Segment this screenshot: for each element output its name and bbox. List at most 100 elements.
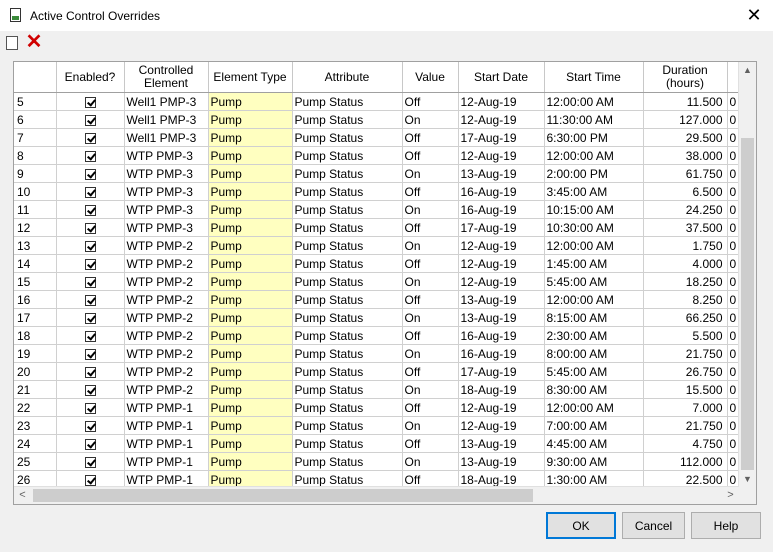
start-time-cell[interactable]: 12:00:00 AM [544, 398, 644, 417]
enabled-cell[interactable] [56, 344, 125, 363]
enabled-checkbox[interactable] [84, 150, 96, 162]
column-header-start-time[interactable]: Start Time [544, 62, 644, 93]
value-cell[interactable]: Off [402, 146, 459, 165]
value-cell[interactable]: On [402, 308, 459, 327]
enabled-cell[interactable] [56, 182, 125, 201]
column-header-controlled-element[interactable]: Controlled Element [124, 62, 209, 93]
start-date-cell[interactable]: 12-Aug-19 [458, 236, 545, 255]
enabled-checkbox[interactable] [84, 114, 96, 126]
controlled-element-cell[interactable]: WTP PMP-1 [124, 434, 209, 453]
column-header-value[interactable]: Value [402, 62, 459, 93]
start-time-cell[interactable]: 12:00:00 AM [544, 236, 644, 255]
enabled-cell[interactable] [56, 128, 125, 147]
horizontal-scrollbar[interactable]: < > [14, 486, 739, 504]
value-cell[interactable]: On [402, 344, 459, 363]
column-header-enabled[interactable]: Enabled? [56, 62, 125, 93]
controlled-element-cell[interactable]: Well1 PMP-3 [124, 92, 209, 111]
table-row[interactable]: 10 WTP PMP-3 Pump Pump Status Off 16-Aug-19 3:… [14, 182, 747, 201]
row-index-cell[interactable]: 11 [14, 200, 57, 219]
controlled-element-cell[interactable]: WTP PMP-2 [124, 236, 209, 255]
controlled-element-cell[interactable]: Well1 PMP-3 [124, 128, 209, 147]
enabled-checkbox[interactable] [84, 366, 96, 378]
start-date-cell[interactable]: 13-Aug-19 [458, 308, 545, 327]
table-row[interactable]: 8 WTP PMP-3 Pump Pump Status Off 12-Aug-19 12:… [14, 146, 747, 165]
start-time-cell[interactable]: 3:45:00 AM [544, 182, 644, 201]
ok-button[interactable]: OK [546, 512, 616, 539]
element-type-cell[interactable]: Pump [208, 434, 293, 453]
table-row[interactable]: 16 WTP PMP-2 Pump Pump Status Off 13-Aug-19 12… [14, 290, 747, 309]
start-date-cell[interactable]: 12-Aug-19 [458, 146, 545, 165]
enabled-cell[interactable] [56, 362, 125, 381]
value-cell[interactable]: Off [402, 254, 459, 273]
column-header-duration[interactable]: Duration (hours) [643, 62, 728, 93]
controlled-element-cell[interactable]: WTP PMP-2 [124, 254, 209, 273]
column-header-start-date[interactable]: Start Date [458, 62, 545, 93]
attribute-cell[interactable]: Pump Status [292, 218, 403, 237]
start-date-cell[interactable]: 17-Aug-19 [458, 128, 545, 147]
duration-cell[interactable]: 18.250 [643, 272, 728, 291]
value-cell[interactable]: On [402, 164, 459, 183]
attribute-cell[interactable]: Pump Status [292, 200, 403, 219]
start-time-cell[interactable]: 10:15:00 AM [544, 200, 644, 219]
table-row[interactable]: 6 Well1 PMP-3 Pump Pump Status On 12-Aug-19 11… [14, 110, 747, 129]
start-time-cell[interactable]: 5:45:00 AM [544, 272, 644, 291]
enabled-checkbox[interactable] [84, 438, 96, 450]
row-index-cell[interactable]: 25 [14, 452, 57, 471]
controlled-element-cell[interactable]: WTP PMP-1 [124, 398, 209, 417]
enabled-checkbox[interactable] [84, 312, 96, 324]
start-time-cell[interactable]: 2:00:00 PM [544, 164, 644, 183]
element-type-cell[interactable]: Pump [208, 452, 293, 471]
duration-cell[interactable]: 8.250 [643, 290, 728, 309]
controlled-element-cell[interactable]: WTP PMP-1 [124, 416, 209, 435]
table-row[interactable]: 17 WTP PMP-2 Pump Pump Status On 13-Aug-19 8:1… [14, 308, 747, 327]
element-type-cell[interactable]: Pump [208, 362, 293, 381]
table-row[interactable]: 7 Well1 PMP-3 Pump Pump Status Off 17-Aug-19 6… [14, 128, 747, 147]
attribute-cell[interactable]: Pump Status [292, 434, 403, 453]
attribute-cell[interactable]: Pump Status [292, 110, 403, 129]
element-type-cell[interactable]: Pump [208, 416, 293, 435]
controlled-element-cell[interactable]: WTP PMP-2 [124, 380, 209, 399]
row-index-cell[interactable]: 20 [14, 362, 57, 381]
start-time-cell[interactable]: 7:00:00 AM [544, 416, 644, 435]
element-type-cell[interactable]: Pump [208, 380, 293, 399]
start-time-cell[interactable]: 5:45:00 AM [544, 362, 644, 381]
enabled-checkbox[interactable] [84, 420, 96, 432]
duration-cell[interactable]: 61.750 [643, 164, 728, 183]
enabled-cell[interactable] [56, 200, 125, 219]
element-type-cell[interactable]: Pump [208, 398, 293, 417]
table-row[interactable]: 25 WTP PMP-1 Pump Pump Status On 13-Aug-19 9:3… [14, 452, 747, 471]
duration-cell[interactable]: 127.000 [643, 110, 728, 129]
enabled-checkbox[interactable] [84, 474, 96, 486]
start-date-cell[interactable]: 12-Aug-19 [458, 254, 545, 273]
element-type-cell[interactable]: Pump [208, 326, 293, 345]
enabled-checkbox[interactable] [84, 222, 96, 234]
duration-cell[interactable]: 21.750 [643, 416, 728, 435]
start-date-cell[interactable]: 12-Aug-19 [458, 92, 545, 111]
element-type-cell[interactable]: Pump [208, 272, 293, 291]
value-cell[interactable]: Off [402, 128, 459, 147]
horizontal-scroll-thumb[interactable] [33, 489, 533, 502]
table-row[interactable]: 11 WTP PMP-3 Pump Pump Status On 16-Aug-19 10:… [14, 200, 747, 219]
table-row[interactable]: 21 WTP PMP-2 Pump Pump Status On 18-Aug-19 8:3… [14, 380, 747, 399]
controlled-element-cell[interactable]: Well1 PMP-3 [124, 110, 209, 129]
table-row[interactable]: 12 WTP PMP-3 Pump Pump Status Off 17-Aug-19 10… [14, 218, 747, 237]
controlled-element-cell[interactable]: WTP PMP-1 [124, 452, 209, 471]
value-cell[interactable]: Off [402, 290, 459, 309]
controlled-element-cell[interactable]: WTP PMP-2 [124, 344, 209, 363]
scroll-up-icon[interactable]: ▲ [739, 62, 756, 79]
enabled-checkbox[interactable] [84, 186, 96, 198]
duration-cell[interactable]: 112.000 [643, 452, 728, 471]
row-index-cell[interactable]: 21 [14, 380, 57, 399]
controlled-element-cell[interactable]: WTP PMP-3 [124, 164, 209, 183]
start-date-cell[interactable]: 17-Aug-19 [458, 362, 545, 381]
table-row[interactable]: 13 WTP PMP-2 Pump Pump Status On 12-Aug-19 12:… [14, 236, 747, 255]
value-cell[interactable]: On [402, 200, 459, 219]
element-type-cell[interactable]: Pump [208, 110, 293, 129]
attribute-cell[interactable]: Pump Status [292, 308, 403, 327]
start-time-cell[interactable]: 8:15:00 AM [544, 308, 644, 327]
row-index-cell[interactable]: 10 [14, 182, 57, 201]
duration-cell[interactable]: 38.000 [643, 146, 728, 165]
attribute-cell[interactable]: Pump Status [292, 164, 403, 183]
element-type-cell[interactable]: Pump [208, 146, 293, 165]
start-time-cell[interactable]: 12:00:00 AM [544, 92, 644, 111]
